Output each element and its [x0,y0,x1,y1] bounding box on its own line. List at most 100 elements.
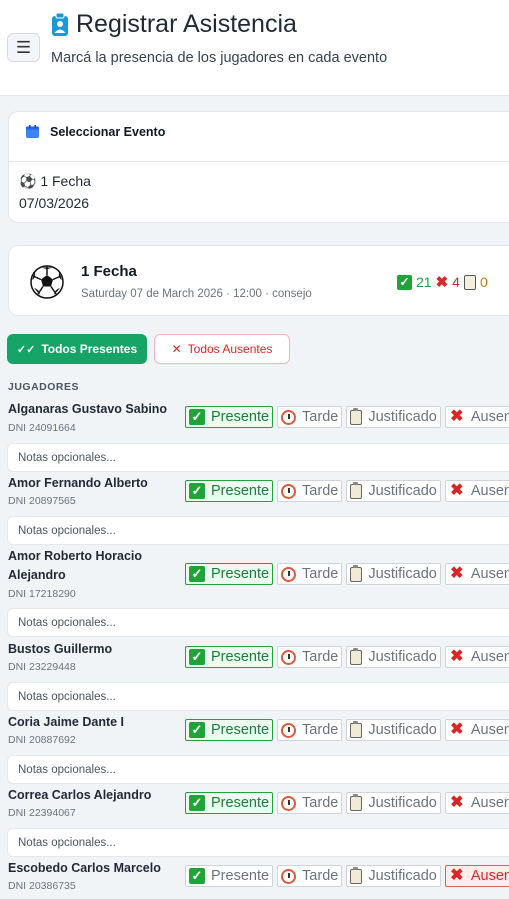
check-icon: ✓ [189,483,205,499]
option-absent-button[interactable]: ✖ Ausente [444,563,509,585]
clipboard-icon [350,720,363,738]
double-check-icon: ✓✓ [16,343,36,356]
attendance-options: ✓ Presente Tarde Justificado ✖ Ausente [185,563,509,585]
option-label: Presente [211,566,270,582]
attendance-options: ✓ Presente Tarde Justificado ✖ Ausente [185,792,509,814]
soccer-ball-icon [30,265,64,299]
clipboard-icon [350,793,363,811]
check-icon: ✓ [189,649,205,665]
calendar-icon [26,125,39,138]
alarm-clock-icon [281,868,297,884]
notes-input[interactable] [7,755,509,784]
player-name: Amor Fernando Alberto [8,476,148,490]
option-justified-button[interactable]: Justificado [346,865,441,887]
option-present-button[interactable]: ✓ Presente [185,646,274,668]
option-label: Ausente [470,566,509,582]
attendance-options: ✓ Presente Tarde Justificado ✖ Ausente [185,646,509,668]
check-icon: ✓ [189,868,205,884]
check-icon: ✓ [189,795,205,811]
players-section-label: JUGADORES [8,381,80,393]
option-label: Justificado [368,483,437,499]
player-name: Amor Roberto Horacio Alejandro [8,549,143,582]
option-label: Presente [211,483,270,499]
page-header: ☰ Registrar Asistencia Marcá la presenci… [0,0,509,96]
menu-button[interactable]: ☰ [7,33,40,62]
option-justified-button[interactable]: Justificado [346,480,441,502]
option-late-button[interactable]: Tarde [277,719,343,741]
option-label: Ausente [470,649,509,665]
option-justified-button[interactable]: Justificado [346,792,441,814]
option-present-button[interactable]: ✓ Presente [185,406,274,428]
option-label: Tarde [302,868,339,884]
option-absent-button[interactable]: ✖ Ausente [444,865,509,887]
event-title: 1 Fecha [81,263,137,280]
option-present-button[interactable]: ✓ Presente [185,865,274,887]
check-icon: ✓ [189,566,205,582]
absent-count: 4 [452,274,460,290]
option-present-button[interactable]: ✓ Presente [185,792,274,814]
all-absent-button[interactable]: ✕ Todos Ausentes [154,334,290,364]
option-late-button[interactable]: Tarde [277,406,343,428]
present-check-icon: ✓ [397,274,412,290]
option-label: Presente [211,795,270,811]
option-late-button[interactable]: Tarde [277,792,343,814]
option-justified-button[interactable]: Justificado [346,719,441,741]
option-justified-button[interactable]: Justificado [346,406,441,428]
clipboard-icon [350,647,363,665]
player-dni: DNI 20897565 [8,495,76,507]
selected-event-name[interactable]: ⚽ 1 Fecha [19,173,91,190]
option-absent-button[interactable]: ✖ Ausente [444,406,509,428]
attendance-options: ✓ Presente Tarde Justificado ✖ Ausente [185,865,509,887]
notes-input[interactable] [7,608,509,637]
option-absent-button[interactable]: ✖ Ausente [444,792,509,814]
clipboard-icon [350,481,363,499]
page-title: Registrar Asistencia [76,10,297,38]
notes-input[interactable] [7,828,509,857]
option-label: Ausente [470,483,509,499]
check-icon: ✓ [189,722,205,738]
option-justified-button[interactable]: Justificado [346,563,441,585]
option-label: Presente [211,868,270,884]
attendance-options: ✓ Presente Tarde Justificado ✖ Ausente [185,480,509,502]
option-late-button[interactable]: Tarde [277,865,343,887]
x-icon: ✖ [450,408,464,425]
event-selector-label: Seleccionar Evento [50,125,166,139]
alarm-clock-icon [281,722,297,738]
page-subtitle: Marcá la presencia de los jugadores en c… [51,50,388,66]
option-label: Tarde [302,409,339,425]
hamburger-icon: ☰ [15,37,32,57]
option-label: Tarde [302,566,339,582]
notes-input[interactable] [7,682,509,711]
player-name: Alganaras Gustavo Sabino [8,402,168,416]
player-dni: DNI 23229448 [8,661,76,673]
attendance-options: ✓ Presente Tarde Justificado ✖ Ausente [185,406,509,428]
x-icon: ✖ [450,794,464,811]
option-present-button[interactable]: ✓ Presente [185,719,274,741]
notes-input[interactable] [7,516,509,545]
option-absent-button[interactable]: ✖ Ausente [444,480,509,502]
option-late-button[interactable]: Tarde [277,646,343,668]
attendance-options: ✓ Presente Tarde Justificado ✖ Ausente [185,719,509,741]
option-present-button[interactable]: ✓ Presente [185,563,274,585]
alarm-clock-icon [281,795,297,811]
notes-input[interactable] [7,443,509,472]
x-icon: ✖ [450,721,464,738]
option-present-button[interactable]: ✓ Presente [185,480,274,502]
player-dni: DNI 17218290 [8,588,76,600]
option-late-button[interactable]: Tarde [277,563,343,585]
option-label: Justificado [368,566,437,582]
option-justified-button[interactable]: Justificado [346,646,441,668]
alarm-clock-icon [281,566,297,582]
selected-event-date[interactable]: 07/03/2026 [19,195,89,211]
x-icon: ✖ [450,482,464,499]
close-icon: ✕ [171,342,182,356]
player-dni: DNI 20887692 [8,734,76,746]
all-present-button[interactable]: ✓✓ Todos Presentes [7,334,147,364]
player-name: Escobedo Carlos Marcelo [8,861,161,875]
option-late-button[interactable]: Tarde [277,480,343,502]
option-absent-button[interactable]: ✖ Ausente [444,719,509,741]
soccer-ball-icon: ⚽ [19,173,37,189]
option-absent-button[interactable]: ✖ Ausente [444,646,509,668]
option-label: Ausente [470,722,509,738]
alarm-clock-icon [281,649,297,665]
